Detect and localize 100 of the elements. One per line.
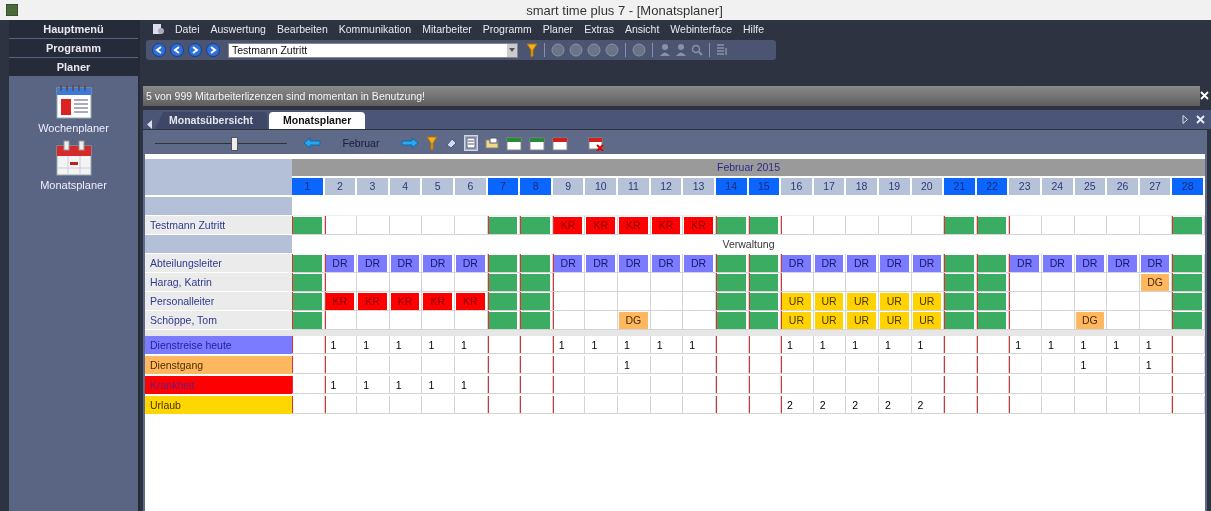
planner-cell[interactable] xyxy=(357,273,390,292)
planner-cell[interactable] xyxy=(781,216,814,235)
close-tab-icon[interactable] xyxy=(1196,115,1205,124)
planner-cell[interactable] xyxy=(422,216,456,235)
menu-item[interactable]: Programm xyxy=(482,23,532,35)
planner-cell[interactable] xyxy=(422,273,456,292)
planner-cell[interactable] xyxy=(1074,273,1108,292)
count-cell xyxy=(976,356,1010,374)
dropdown-caret-icon[interactable] xyxy=(509,48,515,52)
planner-cell[interactable] xyxy=(1074,292,1108,311)
planner-cell[interactable] xyxy=(618,273,651,292)
planner-cell[interactable] xyxy=(1107,292,1140,311)
planner-cell[interactable] xyxy=(1009,273,1042,292)
sidebar-item[interactable]: Wochenplaner xyxy=(38,122,109,134)
count-cell xyxy=(911,356,945,374)
calendar-delete-icon[interactable] xyxy=(588,135,604,151)
count-value: 2 xyxy=(819,399,826,411)
planner-cell[interactable] xyxy=(878,273,912,292)
planner-cell[interactable] xyxy=(455,216,488,235)
planner-cell[interactable] xyxy=(911,216,945,235)
planner-cell[interactable] xyxy=(552,273,586,292)
planner-cell[interactable] xyxy=(357,216,390,235)
calendar-week-icon[interactable] xyxy=(53,83,94,119)
group-label: Verwaltung xyxy=(721,237,776,252)
menu-item[interactable]: Auswertung xyxy=(210,23,266,35)
planner-cell[interactable] xyxy=(846,273,879,292)
calendar-icon[interactable] xyxy=(552,135,568,151)
menu-item[interactable]: Datei xyxy=(175,23,200,35)
employee-select[interactable]: Testmann Zutritt xyxy=(228,42,518,58)
zoom-slider-thumb[interactable] xyxy=(231,137,239,151)
tab[interactable]: Monatsplaner xyxy=(269,112,366,129)
scroll-left-icon[interactable] xyxy=(147,120,153,129)
planner-cell[interactable] xyxy=(1009,292,1042,311)
planner-cell[interactable] xyxy=(455,273,488,292)
planner-cell[interactable] xyxy=(552,292,586,311)
scroll-right-icon[interactable] xyxy=(1182,115,1188,124)
planner-cell[interactable] xyxy=(781,273,814,292)
planner-cell[interactable] xyxy=(585,292,619,311)
planner-cell[interactable] xyxy=(846,216,879,235)
month-select[interactable]: Februar xyxy=(328,137,394,149)
list-view-button[interactable] xyxy=(464,135,478,151)
menu-item[interactable]: Hilfe xyxy=(743,23,765,35)
sidebar-section-header[interactable]: Programm xyxy=(9,39,138,57)
planner-cell[interactable] xyxy=(324,216,358,235)
sidebar-section-header[interactable]: Planer xyxy=(9,58,138,76)
person-icon[interactable] xyxy=(659,43,671,57)
planner-cell[interactable] xyxy=(878,216,912,235)
planner-cell[interactable] xyxy=(585,273,619,292)
eraser-icon[interactable] xyxy=(445,137,457,149)
count-cell xyxy=(552,356,586,374)
sidebar-section-header[interactable]: Hauptmenü xyxy=(9,20,138,38)
planner-cell[interactable] xyxy=(683,273,716,292)
planner-cell[interactable] xyxy=(1107,216,1140,235)
planner-cell[interactable] xyxy=(683,292,716,311)
previous-icon[interactable] xyxy=(170,43,184,57)
menu-item[interactable]: Mitarbeiter xyxy=(422,23,472,35)
close-icon[interactable] xyxy=(1200,91,1209,100)
back-icon[interactable] xyxy=(152,43,166,57)
planner-cell[interactable] xyxy=(813,216,847,235)
menu-item[interactable]: Ansicht xyxy=(624,23,660,35)
planner-cell[interactable] xyxy=(1041,292,1075,311)
tab[interactable]: Monatsübersicht xyxy=(155,112,267,129)
planner-cell[interactable] xyxy=(650,292,684,311)
menu-item[interactable]: Kommunikation xyxy=(338,23,412,35)
planner-cell[interactable] xyxy=(1139,216,1173,235)
menu-item[interactable]: Planer xyxy=(542,23,574,35)
planner-cell[interactable] xyxy=(1041,216,1075,235)
calendar-month-icon[interactable] xyxy=(53,140,94,176)
sidebar-item[interactable]: Monatsplaner xyxy=(40,179,107,191)
count-cell xyxy=(813,376,847,394)
calendar-add-icon[interactable] xyxy=(506,135,522,151)
menu-item[interactable]: Bearbeiten xyxy=(276,23,328,35)
menu-item[interactable]: Webinterface xyxy=(670,23,732,35)
calendar-edit-icon[interactable] xyxy=(529,135,545,151)
count-cell xyxy=(1009,376,1042,394)
forward-icon[interactable] xyxy=(206,43,220,57)
document-icon[interactable] xyxy=(152,23,164,35)
count-cell xyxy=(813,356,847,374)
planner-cell[interactable] xyxy=(389,273,423,292)
planner-cell[interactable] xyxy=(1009,216,1042,235)
planner-cell[interactable] xyxy=(1041,273,1075,292)
planner-cell[interactable] xyxy=(1074,216,1108,235)
planner-cell[interactable] xyxy=(389,216,423,235)
menu-item[interactable]: Extras xyxy=(584,23,614,35)
planner-cell[interactable] xyxy=(813,273,847,292)
count-cell xyxy=(422,396,456,414)
planner-cell[interactable] xyxy=(1139,292,1173,311)
folder-icon[interactable] xyxy=(485,137,499,149)
planner-cell[interactable] xyxy=(650,273,684,292)
weekend-day-header: 22 xyxy=(976,178,1008,195)
magnifier-icon[interactable] xyxy=(691,44,703,56)
person-icon[interactable] xyxy=(675,43,687,57)
next-icon[interactable] xyxy=(188,43,202,57)
planner-cell[interactable] xyxy=(324,273,358,292)
planner-cell[interactable] xyxy=(911,273,945,292)
filter-icon[interactable] xyxy=(426,135,438,151)
planner-cell[interactable] xyxy=(1107,273,1140,292)
count-cell xyxy=(748,376,782,394)
filter-icon[interactable] xyxy=(526,42,538,58)
planner-cell[interactable] xyxy=(618,292,651,311)
